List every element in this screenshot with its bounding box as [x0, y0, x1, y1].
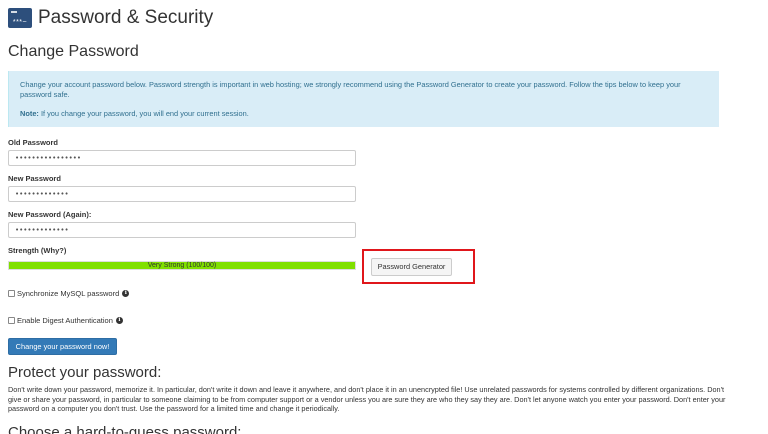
- strength-meter: Very Strong (100/100): [8, 261, 356, 270]
- choose-password-heading: Choose a hard-to-guess password:: [8, 424, 242, 434]
- page-title: Password & Security: [38, 7, 214, 28]
- sync-mysql-checkbox[interactable]: [8, 290, 15, 297]
- sync-mysql-label: Synchronize MySQL password: [17, 289, 120, 298]
- digest-auth-checkbox[interactable]: [8, 317, 15, 324]
- strength-label: Strength (Why?): [8, 246, 67, 255]
- info-note: Note: If you change your password, you w…: [20, 109, 708, 119]
- info-text: Change your account password below. Pass…: [20, 80, 681, 99]
- new-password-field[interactable]: •••••••••••••: [8, 186, 356, 202]
- info-icon[interactable]: i: [115, 317, 123, 324]
- password-security-icon: ***~: [8, 8, 32, 28]
- old-password-label: Old Password: [8, 138, 59, 147]
- old-password-field[interactable]: ••••••••••••••••: [8, 150, 356, 166]
- note-label: Note:: [20, 109, 39, 118]
- page: ***~ Password & Security Change Password…: [0, 0, 768, 434]
- page-header: ***~ Password & Security: [8, 6, 213, 30]
- protect-password-text: Don't write down your password, memorize…: [8, 385, 726, 413]
- strength-meter-fill: Very Strong (100/100): [9, 262, 355, 269]
- password-generator-button[interactable]: Password Generator: [371, 258, 452, 276]
- new-password-again-field[interactable]: •••••••••••••: [8, 222, 356, 238]
- digest-auth-label: Enable Digest Authentication: [17, 316, 113, 325]
- digest-auth-option: Enable Digest Authentication i: [8, 316, 123, 325]
- change-password-button[interactable]: Change your password now!: [8, 338, 117, 355]
- protect-password-heading: Protect your password:: [8, 364, 162, 381]
- info-icon[interactable]: i: [122, 290, 130, 297]
- info-box: Change your account password below. Pass…: [8, 71, 719, 127]
- note-text: If you change your password, you will en…: [38, 109, 249, 118]
- sync-mysql-option: Synchronize MySQL password i: [8, 289, 130, 298]
- change-password-heading: Change Password: [8, 43, 139, 60]
- strength-text: Very Strong (100/100): [147, 262, 217, 269]
- new-password-again-label: New Password (Again):: [8, 210, 92, 219]
- new-password-label: New Password: [8, 174, 61, 183]
